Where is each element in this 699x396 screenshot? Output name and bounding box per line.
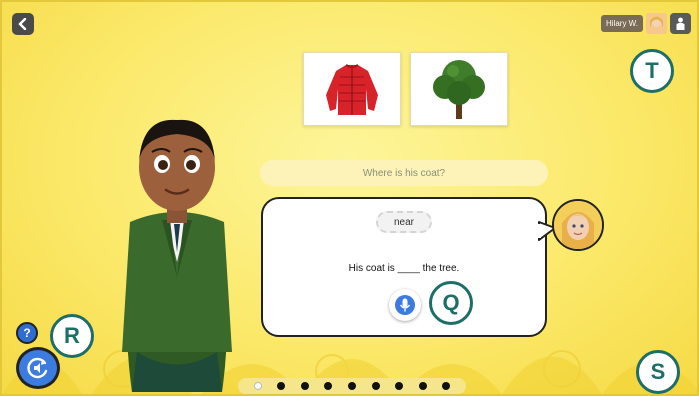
marker-q: Q (429, 281, 473, 325)
word-option-chip[interactable]: near (376, 211, 432, 233)
red-jacket-icon (326, 64, 378, 115)
progress-dot (324, 382, 333, 390)
progress-dot (371, 382, 380, 390)
back-button[interactable] (12, 13, 34, 35)
parent-button[interactable] (670, 13, 691, 34)
replay-audio-button[interactable] (16, 347, 60, 389)
question-prompt: Where is his coat? (260, 160, 548, 186)
progress-dot (418, 382, 427, 390)
user-profile[interactable]: Hilary W. (601, 13, 667, 34)
help-button[interactable]: ? (16, 322, 38, 344)
user-avatar (646, 13, 667, 34)
sentence: His coat is ____ the tree. (263, 263, 545, 274)
chevron-left-icon (18, 18, 27, 30)
replay-audio-icon (27, 357, 48, 379)
sentence-after: the tree. (422, 263, 460, 274)
progress-dot (253, 382, 262, 390)
progress-dot (395, 382, 404, 390)
user-name: Hilary W. (601, 15, 643, 32)
progress-dot (300, 382, 309, 390)
marker-r: R (50, 314, 94, 358)
green-tree-icon (433, 60, 485, 119)
marker-t: T (630, 49, 674, 93)
progress-dot (277, 382, 286, 390)
speech-bubble: near His coat is ____ the tree. (261, 197, 547, 337)
progress-dot (442, 382, 451, 390)
marker-s: S (636, 350, 680, 394)
student-character (122, 119, 232, 392)
sentence-blank[interactable]: ____ (398, 263, 420, 274)
microphone-button[interactable] (389, 289, 421, 321)
person-icon (676, 17, 685, 30)
progress-dots (238, 378, 466, 394)
sentence-before: His coat is (348, 263, 395, 274)
tutor-avatar (552, 199, 604, 251)
progress-dot (347, 382, 356, 390)
picture-card-coat[interactable] (303, 52, 401, 126)
picture-card-tree[interactable] (410, 52, 508, 126)
lesson-stage: Hilary W. Where is his coat? near His co… (0, 0, 699, 396)
tutor-face-icon (554, 201, 602, 249)
microphone-icon (395, 295, 415, 315)
avatar-icon (646, 13, 667, 34)
